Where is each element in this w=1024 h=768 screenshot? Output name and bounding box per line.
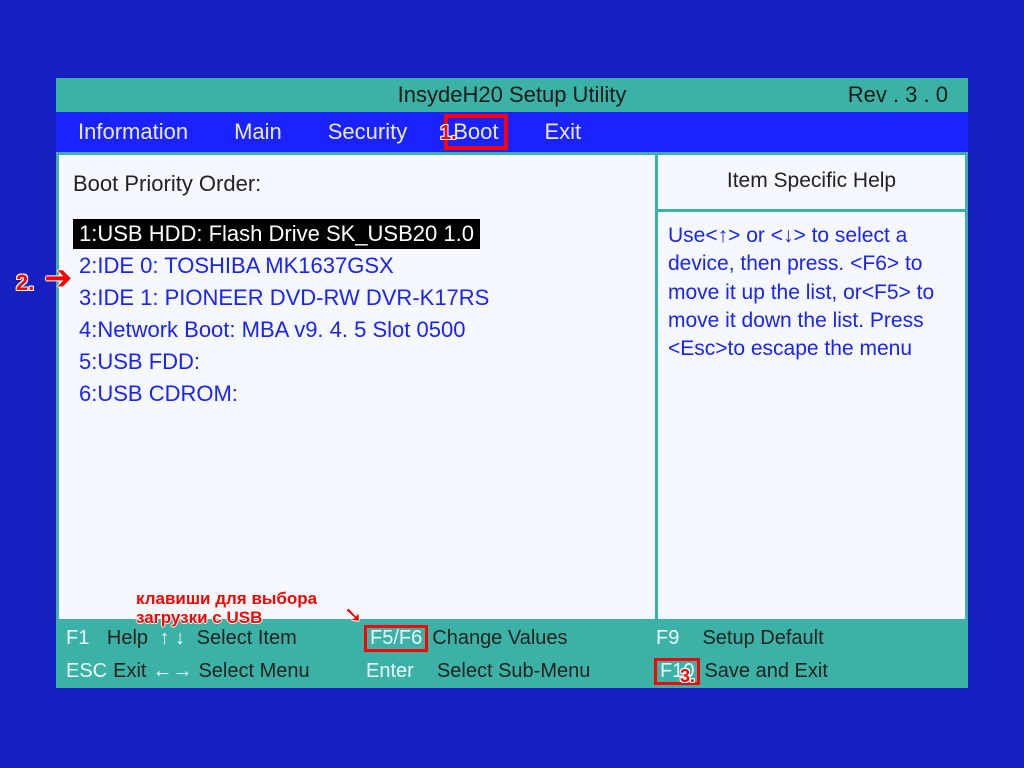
label-select-item: Select Item — [197, 627, 297, 650]
tab-information[interactable]: Information — [72, 117, 194, 147]
key-esc: ESC — [66, 660, 107, 683]
boot-priority-title: Boot Priority Order: — [73, 171, 641, 197]
tab-exit[interactable]: Exit — [539, 117, 588, 147]
label-setup-default: Setup Default — [702, 627, 823, 650]
updown-arrows-icon: ↑ ↓ — [154, 627, 191, 650]
tab-security[interactable]: Security — [322, 117, 413, 147]
annotation-3: 3. — [680, 666, 695, 687]
footer-setup-default: F9 Setup Default — [656, 627, 976, 650]
annotation-2: 2. — [16, 270, 34, 296]
key-f1: F1 — [66, 627, 89, 650]
tab-main[interactable]: Main — [228, 117, 288, 147]
help-panel: Item Specific Help Use<↑> or <↓> to sele… — [658, 155, 968, 622]
key-f5f6: F5/F6 — [366, 627, 426, 650]
annotation-caption: клавиши для выбора загрузки с USB — [136, 590, 317, 627]
key-enter: Enter — [366, 660, 414, 683]
menu-bar: Information Main Security Boot Exit — [56, 112, 968, 152]
boot-item-6[interactable]: 6:USB CDROM: — [73, 379, 641, 409]
arrow-right-icon: ➔ — [44, 258, 73, 298]
footer-exit: ESC Exit ←→ Select Menu — [66, 660, 366, 683]
key-f9: F9 — [656, 627, 679, 650]
label-exit: Exit — [113, 660, 146, 683]
bios-revision: Rev . 3 . 0 — [848, 82, 948, 108]
annotation-1: 1. — [440, 122, 457, 145]
help-title: Item Specific Help — [658, 155, 965, 212]
boot-item-4[interactable]: 4:Network Boot: MBA v9. 4. 5 Slot 0500 — [73, 315, 641, 345]
label-save-exit: Save and Exit — [704, 660, 827, 683]
leftright-arrows-icon: ←→ — [152, 660, 192, 683]
footer-bar: F1 Help ↑ ↓ Select Item F5/F6 Change Val… — [56, 622, 968, 688]
boot-item-3[interactable]: 3:IDE 1: PIONEER DVD-RW DVR-K17RS — [73, 283, 641, 313]
bios-title: InsydeH20 Setup Utility — [398, 82, 627, 108]
caption-line1: клавиши для выбора — [136, 589, 317, 608]
help-text: Use<↑> or <↓> to select a device, then p… — [658, 212, 965, 374]
boot-item-2[interactable]: 2:IDE 0: TOSHIBA MK1637GSX — [73, 251, 641, 281]
content-area: Boot Priority Order: 1:USB HDD: Flash Dr… — [56, 152, 968, 622]
caption-line2: загрузки с USB — [136, 608, 262, 627]
label-help: Help — [107, 627, 148, 650]
caption-arrow-icon: ➘ — [344, 602, 362, 628]
footer-help: F1 Help ↑ ↓ Select Item — [66, 627, 366, 650]
boot-item-1[interactable]: 1:USB HDD: Flash Drive SK_USB20 1.0 — [73, 219, 480, 249]
title-bar: InsydeH20 Setup Utility Rev . 3 . 0 — [56, 78, 968, 112]
label-select-menu: Select Menu — [198, 660, 309, 683]
footer-save-exit: F10 Save and Exit — [656, 660, 976, 683]
main-panel: Boot Priority Order: 1:USB HDD: Flash Dr… — [56, 155, 658, 622]
footer-select-sub: Enter Select Sub-Menu — [366, 660, 656, 683]
boot-item-5[interactable]: 5:USB FDD: — [73, 347, 641, 377]
label-select-sub: Select Sub-Menu — [437, 660, 590, 683]
footer-change-values: F5/F6 Change Values — [366, 627, 656, 650]
label-change-values: Change Values — [432, 627, 567, 650]
